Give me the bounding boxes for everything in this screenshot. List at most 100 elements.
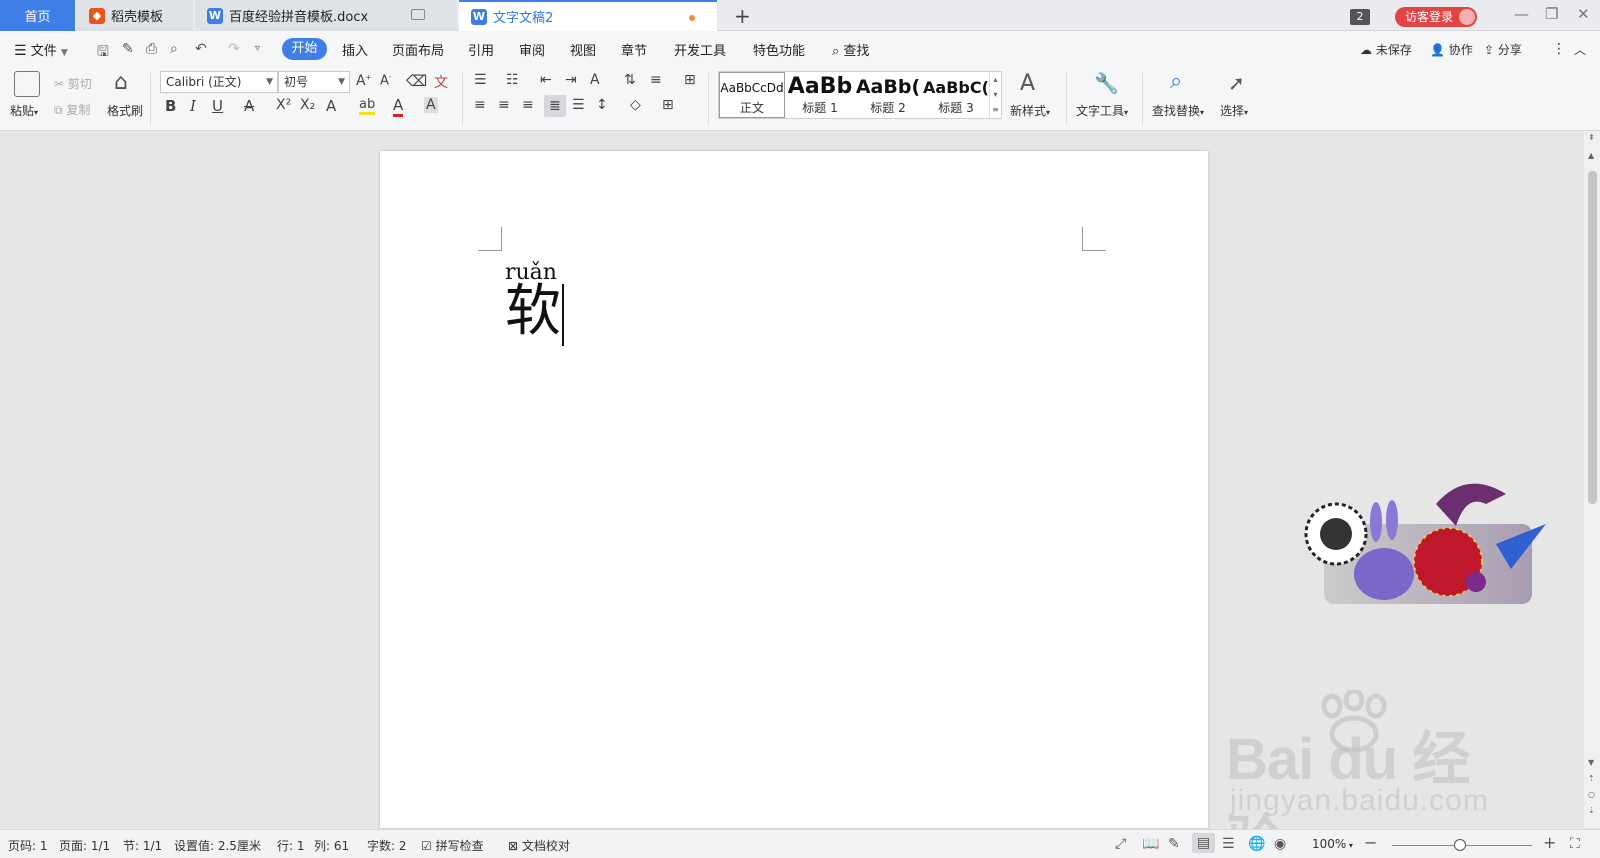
edit-mode-icon[interactable]: ✎: [1168, 836, 1180, 852]
style-heading-2[interactable]: AaBb( 标题 2: [855, 72, 921, 118]
status-section[interactable]: 节: 1/1: [123, 837, 162, 854]
wrench-icon[interactable]: 🔧: [1094, 71, 1119, 95]
align-center-icon[interactable]: ≡: [498, 97, 510, 113]
line-spacing-icon[interactable]: ↕: [596, 97, 608, 113]
shrink-font-icon[interactable]: A-: [380, 73, 391, 88]
italic-icon[interactable]: I: [190, 97, 196, 115]
phonetic-guide-icon[interactable]: 文: [434, 72, 448, 92]
paste-icon[interactable]: [14, 71, 40, 97]
font-size-select[interactable]: 初号 ▼: [278, 71, 350, 93]
magnifier-icon[interactable]: ⌕: [1170, 69, 1182, 94]
justify-icon[interactable]: ≣: [544, 95, 566, 117]
distributed-align-icon[interactable]: ☰: [572, 97, 585, 113]
print-preview-icon[interactable]: ⌕: [170, 41, 178, 57]
document-page[interactable]: ruǎn 软: [380, 151, 1208, 828]
next-page-icon[interactable]: ⇣: [1588, 806, 1595, 815]
monitor-icon[interactable]: [411, 9, 425, 20]
share-button[interactable]: ⇪ 分享: [1484, 41, 1522, 58]
style-heading-3[interactable]: AaBbC( 标题 3: [923, 72, 989, 118]
tab-insert[interactable]: 插入: [342, 40, 368, 59]
format-painter-icon[interactable]: ⌂: [114, 71, 136, 97]
sort-icon[interactable]: ⇅: [624, 72, 636, 88]
tab-page-layout[interactable]: 页面布局: [392, 40, 444, 59]
show-hide-marks-icon[interactable]: ⊞: [684, 72, 696, 88]
cut-button[interactable]: ✂ 剪切: [54, 75, 92, 92]
styles-scroll[interactable]: ▴ ▾ ≡: [989, 72, 1001, 118]
scroll-top-icon[interactable]: ⇞: [1588, 133, 1595, 142]
web-view-icon[interactable]: 🌐: [1248, 836, 1265, 852]
align-right-icon[interactable]: ≡: [522, 97, 534, 113]
grow-font-icon[interactable]: A+: [356, 73, 371, 89]
zoom-out-button[interactable]: −: [1364, 833, 1377, 852]
restore-button[interactable]: ❐: [1545, 5, 1558, 23]
window-count-badge[interactable]: 2: [1350, 9, 1370, 25]
close-button[interactable]: ✕: [1577, 5, 1590, 23]
format-painter-label[interactable]: 格式刷: [107, 102, 143, 119]
align-left-icon[interactable]: ≡: [474, 97, 486, 113]
fit-page-icon[interactable]: ⛶: [1570, 836, 1580, 852]
collapse-ribbon-icon[interactable]: ︿: [1574, 41, 1586, 58]
tab-special-features[interactable]: 特色功能: [753, 40, 805, 59]
font-name-select[interactable]: Calibri (正文) ▼: [160, 71, 278, 93]
more-options-icon[interactable]: ⋮: [1552, 41, 1566, 57]
underline-icon[interactable]: U: [212, 97, 223, 115]
redo-icon[interactable]: ↷: [228, 41, 240, 57]
subscript-icon[interactable]: X₂: [300, 97, 315, 113]
tab-document-1[interactable]: W 百度经验拼音模板.docx: [195, 0, 457, 31]
new-style-icon[interactable]: A: [1020, 71, 1035, 96]
document-proof-button[interactable]: ⊠ 文档校对: [508, 837, 570, 854]
numbered-list-icon[interactable]: ☷: [506, 72, 519, 88]
strikethrough-icon[interactable]: A: [244, 97, 254, 115]
hanzi-text[interactable]: 软: [505, 281, 561, 343]
tab-start[interactable]: 开始: [282, 38, 327, 60]
select-button[interactable]: 选择▾: [1220, 102, 1248, 119]
tab-template[interactable]: ◆ 稻壳模板: [77, 0, 193, 31]
style-normal[interactable]: AaBbCcDd 正文: [719, 72, 785, 118]
find-menu[interactable]: ⌕ 查找: [832, 40, 869, 59]
outline-view-icon[interactable]: ☰: [1222, 836, 1235, 852]
format-brush-quick-icon[interactable]: ✎: [122, 41, 134, 57]
customize-quick-access-icon[interactable]: ▿: [255, 43, 260, 54]
highlight-icon[interactable]: ab: [359, 97, 376, 115]
tab-view[interactable]: 视图: [570, 40, 596, 59]
bullet-list-icon[interactable]: ☰: [474, 72, 487, 88]
font-color-icon[interactable]: A: [393, 96, 404, 117]
status-word-count[interactable]: 字数: 2: [367, 837, 407, 854]
character-shading-icon[interactable]: A: [424, 97, 438, 113]
select-browse-object-icon[interactable]: ○: [1588, 790, 1595, 799]
paste-button[interactable]: 粘贴▾: [10, 102, 38, 119]
eye-protection-icon[interactable]: ◉: [1274, 836, 1286, 852]
file-menu[interactable]: ☰ 文件 ▼: [14, 40, 68, 59]
status-page-number[interactable]: 页码: 1: [8, 837, 48, 854]
status-setting-value[interactable]: 设置值: 2.5厘米: [174, 837, 261, 854]
zoom-level-select[interactable]: 100% ▾: [1312, 837, 1353, 851]
guest-login-button[interactable]: 访客登录: [1395, 7, 1477, 27]
tab-review[interactable]: 审阅: [519, 40, 545, 59]
scrollbar-thumb[interactable]: [1588, 171, 1597, 504]
unsaved-status[interactable]: ☁ 未保存: [1360, 41, 1412, 58]
find-replace-button[interactable]: 查找替换▾: [1152, 102, 1204, 119]
new-tab-button[interactable]: +: [734, 4, 751, 28]
reading-mode-icon[interactable]: 📖: [1142, 836, 1159, 852]
decrease-indent-icon[interactable]: ⇤: [540, 72, 552, 88]
text-direction-icon[interactable]: A: [590, 72, 600, 88]
tab-references[interactable]: 引用: [468, 40, 494, 59]
increase-indent-icon[interactable]: ⇥: [565, 72, 577, 88]
page-view-icon[interactable]: ▤: [1192, 833, 1216, 853]
clear-format-icon[interactable]: ⌫: [406, 72, 427, 90]
bold-icon[interactable]: B: [165, 97, 176, 115]
undo-icon[interactable]: ↶: [195, 41, 207, 57]
status-column[interactable]: 列: 61: [314, 837, 349, 854]
scroll-down-icon[interactable]: ▼: [1588, 758, 1594, 767]
status-row[interactable]: 行: 1: [277, 837, 305, 854]
zoom-in-button[interactable]: +: [1543, 833, 1556, 852]
status-page-count[interactable]: 页面: 1/1: [59, 837, 110, 854]
save-icon[interactable]: 🖫: [97, 41, 109, 65]
cursor-arrow-icon[interactable]: ➚: [1228, 71, 1245, 95]
copy-button[interactable]: ⧉ 复制: [54, 101, 90, 118]
minimize-button[interactable]: —: [1514, 5, 1529, 23]
paragraph-shading-icon[interactable]: ◇: [630, 97, 641, 113]
new-style-button[interactable]: 新样式▾: [1010, 102, 1050, 119]
text-tools-button[interactable]: 文字工具▾: [1076, 102, 1128, 119]
line-paragraph-spacing-icon[interactable]: ≡: [650, 72, 662, 88]
